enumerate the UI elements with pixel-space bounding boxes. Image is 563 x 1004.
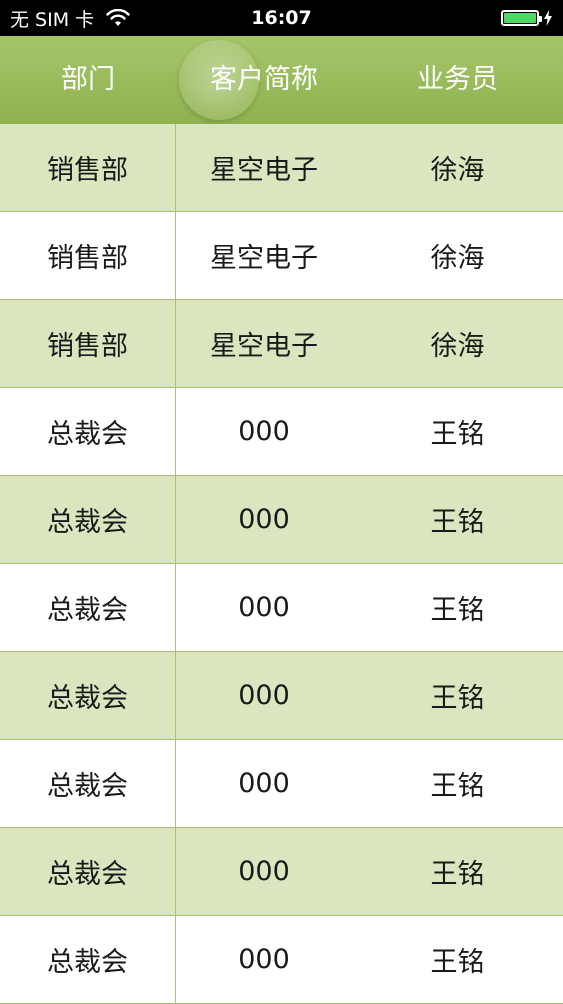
cell-customer: 000	[238, 504, 290, 535]
cell-department: 总裁会	[0, 388, 176, 475]
table-row[interactable]: 总裁会 000 王铭	[0, 564, 563, 652]
status-bar: 无 SIM 卡 16:07	[0, 0, 563, 36]
cell-department: 总裁会	[0, 740, 176, 827]
column-header-label: 客户简称	[210, 64, 318, 95]
battery-icon	[501, 10, 542, 26]
cell-salesperson: 徐海	[430, 331, 485, 362]
cell-salesperson: 王铭	[430, 859, 485, 890]
status-right	[501, 0, 553, 36]
table-row[interactable]: 销售部 星空电子 徐海	[0, 300, 563, 388]
cell-department: 总裁会	[0, 828, 176, 915]
cell-customer: 000	[238, 944, 290, 975]
cell-department: 销售部	[0, 212, 176, 299]
table-row[interactable]: 总裁会 000 王铭	[0, 740, 563, 828]
table-row[interactable]: 总裁会 000 王铭	[0, 388, 563, 476]
column-header-department[interactable]: 部门	[0, 36, 176, 124]
column-header-label: 部门	[61, 64, 115, 95]
column-header-salesperson[interactable]: 业务员	[352, 36, 563, 124]
cell-customer: 000	[238, 768, 290, 799]
cell-customer: 星空电子	[210, 155, 318, 186]
table-row[interactable]: 销售部 星空电子 徐海	[0, 124, 563, 212]
cell-department: 总裁会	[0, 652, 176, 739]
table-row[interactable]: 总裁会 000 王铭	[0, 828, 563, 916]
cell-customer: 000	[238, 416, 290, 447]
cell-salesperson: 王铭	[430, 507, 485, 538]
cell-salesperson: 王铭	[430, 595, 485, 626]
table-row[interactable]: 总裁会 000 王铭	[0, 476, 563, 564]
battery-tip	[539, 16, 542, 22]
cell-salesperson: 徐海	[430, 243, 485, 274]
table-body: 销售部 星空电子 徐海 销售部 星空电子 徐海 销售部 星空电子 徐海 总裁会 …	[0, 124, 563, 1004]
cell-customer: 000	[238, 856, 290, 887]
column-header-customer[interactable]: 客户简称	[176, 36, 352, 124]
table-row[interactable]: 销售部 星空电子 徐海	[0, 212, 563, 300]
table-header: 部门 客户简称 业务员	[0, 36, 563, 124]
charging-bolt-icon	[544, 10, 552, 26]
cell-customer: 星空电子	[210, 243, 318, 274]
cell-customer: 星空电子	[210, 331, 318, 362]
cell-salesperson: 徐海	[430, 155, 485, 186]
cell-salesperson: 王铭	[430, 419, 485, 450]
cell-salesperson: 王铭	[430, 947, 485, 978]
cell-department: 总裁会	[0, 564, 176, 651]
table-row[interactable]: 总裁会 000 王铭	[0, 652, 563, 740]
cell-department: 销售部	[0, 300, 176, 387]
cell-department: 销售部	[0, 124, 176, 211]
cell-department: 总裁会	[0, 916, 176, 1003]
table-row[interactable]: 总裁会 000 王铭	[0, 916, 563, 1004]
cell-customer: 000	[238, 680, 290, 711]
cell-customer: 000	[238, 592, 290, 623]
cell-department: 总裁会	[0, 476, 176, 563]
cell-salesperson: 王铭	[430, 771, 485, 802]
battery-fill	[504, 13, 536, 23]
status-time: 16:07	[251, 7, 312, 29]
column-header-label: 业务员	[417, 64, 498, 95]
cell-salesperson: 王铭	[430, 683, 485, 714]
